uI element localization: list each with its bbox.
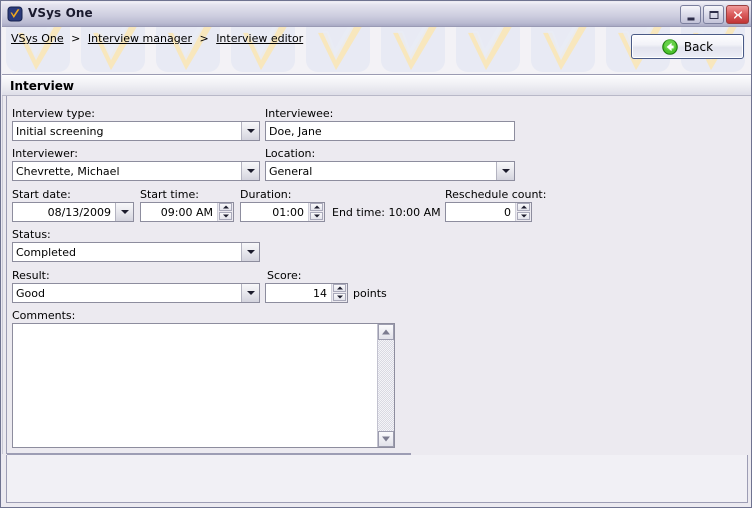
scroll-up-icon[interactable] <box>378 324 394 340</box>
scroll-down-icon[interactable] <box>378 431 394 447</box>
window-title: VSys One <box>28 6 93 20</box>
comments-label: Comments: <box>12 309 76 322</box>
location-label: Location: <box>265 147 316 160</box>
status-select[interactable]: Completed <box>12 242 260 262</box>
section-header: Interview <box>2 75 751 96</box>
breadcrumb-separator: > <box>71 32 81 45</box>
stepper-up-icon[interactable] <box>310 203 323 211</box>
minimize-icon <box>687 17 694 20</box>
score-input[interactable]: 14 <box>265 283 348 303</box>
score-unit-label: points <box>353 287 387 300</box>
chevron-down-icon[interactable] <box>241 243 259 261</box>
location-value: General <box>269 164 313 178</box>
stepper-up-icon[interactable] <box>517 203 530 211</box>
interviewee-value: Doe, Jane <box>269 124 322 138</box>
close-button[interactable] <box>726 5 749 24</box>
title-bar: VSys One <box>2 2 751 27</box>
green-back-arrow-icon <box>662 38 678 55</box>
comments-text[interactable] <box>13 324 377 447</box>
start-date-value: 08/13/2009 <box>47 205 111 219</box>
maximize-icon <box>709 10 718 19</box>
breadcrumb: VSys One > Interview manager > Interview… <box>11 32 303 45</box>
chevron-down-icon[interactable] <box>496 162 514 180</box>
comments-textarea[interactable] <box>12 323 395 448</box>
interviewer-value: Chevrette, Michael <box>16 164 120 178</box>
banner: VSys One > Interview manager > Interview… <box>2 27 751 75</box>
minimize-button[interactable] <box>680 5 701 24</box>
reschedule-count-input[interactable]: 0 <box>445 202 532 222</box>
stepper-up-icon[interactable] <box>219 203 232 211</box>
stepper-down-icon[interactable] <box>517 212 530 220</box>
score-label: Score: <box>267 269 302 282</box>
reschedule-count-label: Reschedule count: <box>445 188 547 201</box>
form-panel: Interview type: Initial screening Interv… <box>2 96 751 507</box>
end-time-text: End time: 10:00 AM <box>332 206 441 219</box>
chevron-down-icon[interactable] <box>241 162 259 180</box>
interview-type-select[interactable]: Initial screening <box>12 121 260 141</box>
interviewee-input[interactable]: Doe, Jane <box>265 121 515 141</box>
status-label: Status: <box>12 228 51 241</box>
maximize-button[interactable] <box>703 5 724 24</box>
window-controls <box>680 5 749 24</box>
breadcrumb-item-vsys-one[interactable]: VSys One <box>11 32 64 45</box>
result-value: Good <box>16 286 45 300</box>
breadcrumb-item-interview-editor[interactable]: Interview editor <box>216 32 303 45</box>
stepper-down-icon[interactable] <box>310 212 323 220</box>
start-time-input[interactable]: 09:00 AM <box>140 202 234 222</box>
interview-type-value: Initial screening <box>16 124 104 138</box>
vsys-checkmark-icon <box>7 6 23 22</box>
bottom-panel <box>6 455 748 503</box>
start-date-label: Start date: <box>12 188 71 201</box>
interviewer-select[interactable]: Chevrette, Michael <box>12 161 260 181</box>
chevron-down-icon[interactable] <box>241 284 259 302</box>
duration-label: Duration: <box>240 188 292 201</box>
reschedule-count-stepper[interactable] <box>515 203 531 221</box>
application-window: VSys One VSys One > Interview manager > … <box>0 0 752 508</box>
start-time-stepper[interactable] <box>217 203 233 221</box>
status-value: Completed <box>16 245 76 259</box>
stepper-down-icon[interactable] <box>219 212 232 220</box>
comments-scrollbar[interactable] <box>377 324 394 447</box>
interviewer-label: Interviewer: <box>12 147 78 160</box>
stepper-down-icon[interactable] <box>333 293 346 301</box>
duration-input[interactable]: 01:00 <box>240 202 325 222</box>
score-value: 14 <box>313 286 327 300</box>
reschedule-count-value: 0 <box>504 205 511 219</box>
breadcrumb-separator: > <box>199 32 209 45</box>
chevron-down-icon[interactable] <box>241 122 259 140</box>
duration-value: 01:00 <box>272 205 304 219</box>
section-title: Interview <box>10 79 74 93</box>
stepper-up-icon[interactable] <box>333 284 346 292</box>
location-select[interactable]: General <box>265 161 515 181</box>
start-time-value: 09:00 AM <box>160 205 213 219</box>
chevron-down-icon[interactable] <box>115 203 133 221</box>
result-select[interactable]: Good <box>12 283 260 303</box>
start-time-label: Start time: <box>140 188 199 201</box>
back-button-label: Back <box>683 39 714 54</box>
interviewee-label: Interviewee: <box>265 107 334 120</box>
breadcrumb-item-interview-manager[interactable]: Interview manager <box>88 32 192 45</box>
interview-type-label: Interview type: <box>12 107 95 120</box>
start-date-input[interactable]: 08/13/2009 <box>12 202 134 222</box>
close-icon <box>732 9 743 20</box>
panel-left-rail <box>2 96 7 454</box>
score-stepper[interactable] <box>331 284 347 302</box>
result-label: Result: <box>12 269 50 282</box>
duration-stepper[interactable] <box>308 203 324 221</box>
back-button[interactable]: Back <box>631 34 744 59</box>
